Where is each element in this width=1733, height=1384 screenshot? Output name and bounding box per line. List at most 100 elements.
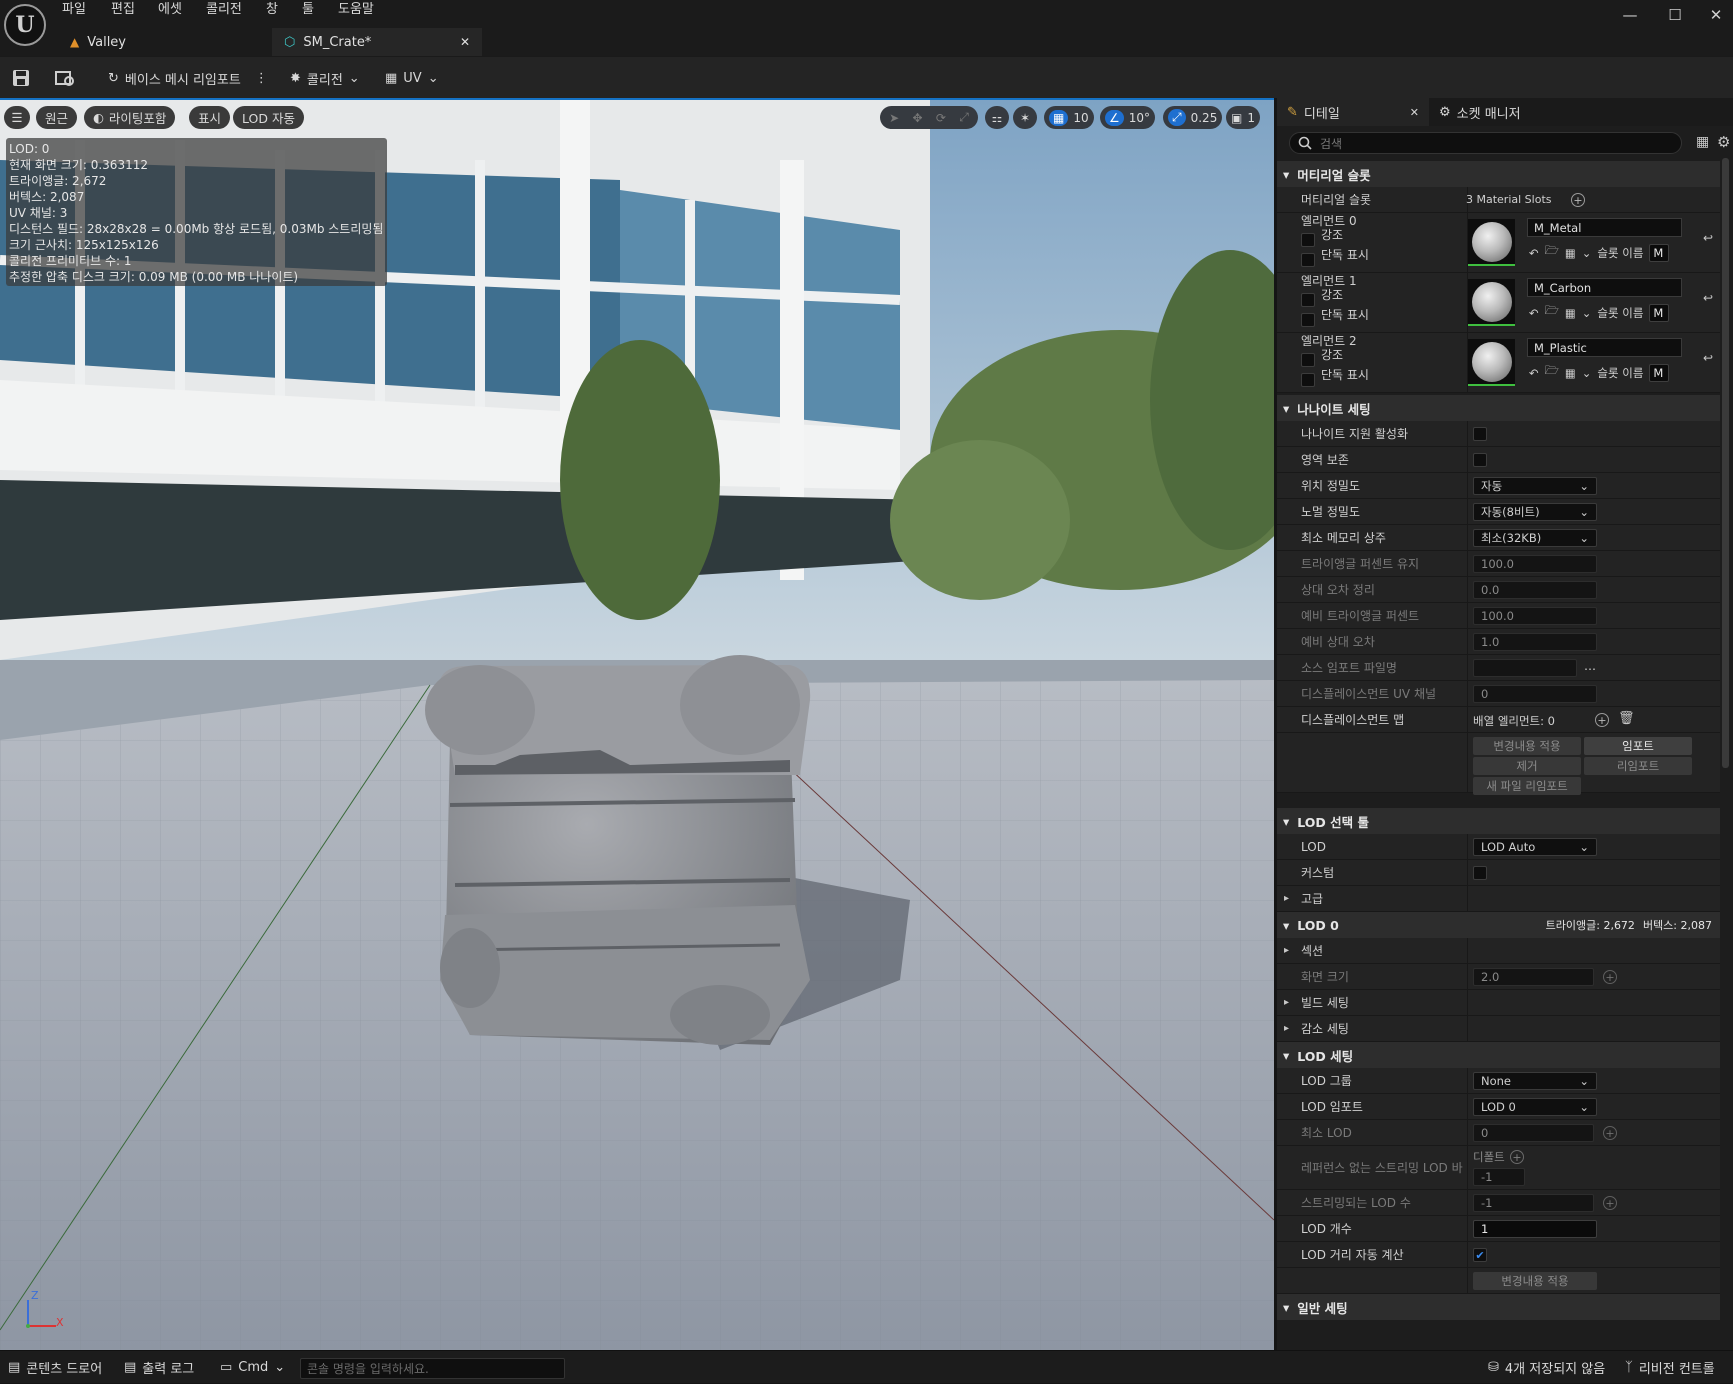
save-icon[interactable] bbox=[12, 57, 30, 99]
lod-auto-button[interactable]: LOD 자동 bbox=[233, 106, 304, 129]
section-general-settings[interactable]: ▾ 일반 세팅 bbox=[1277, 1294, 1720, 1320]
setting-dropdown[interactable]: 자동 ⌄ bbox=[1473, 477, 1597, 495]
slot-name-field[interactable]: M bbox=[1649, 363, 1670, 382]
tab-sm-crate[interactable]: ⬡ SM_Crate* ✕ bbox=[272, 28, 482, 56]
menu-collision[interactable]: 콜리전 bbox=[206, 0, 242, 20]
material-options-icon[interactable]: ▦ bbox=[1565, 306, 1576, 320]
section-lod-settings[interactable]: ▾ LOD 세팅 bbox=[1277, 1042, 1720, 1068]
menu-edit[interactable]: 편집 bbox=[111, 0, 135, 20]
rotate-icon[interactable]: ⟳ bbox=[936, 111, 946, 125]
slot-name-field[interactable]: M bbox=[1649, 243, 1670, 262]
menu-window[interactable]: 창 bbox=[266, 0, 278, 20]
camera-speed-button[interactable]: ▣ 1 bbox=[1226, 106, 1260, 129]
setting-number-field[interactable]: 0 bbox=[1473, 685, 1597, 703]
reset-arrow-icon[interactable]: ↩ bbox=[1703, 351, 1713, 365]
reimport-nanite-button[interactable]: 리임포트 bbox=[1584, 757, 1692, 775]
unsaved-button[interactable]: ⛁ 4개 저장되지 않음 bbox=[1488, 1351, 1605, 1384]
reset-arrow-icon[interactable]: ↩ bbox=[1703, 231, 1713, 245]
close-window-icon[interactable]: ✕ bbox=[1701, 4, 1731, 26]
section-material-slots[interactable]: ▾ 머티리얼 슬롯 bbox=[1277, 161, 1720, 187]
maximize-icon[interactable]: ☐ bbox=[1660, 4, 1690, 26]
lod-dropdown[interactable]: LOD Auto ⌄ bbox=[1473, 838, 1597, 856]
rotation-snap-button[interactable]: ∠ 10° bbox=[1100, 106, 1156, 129]
lit-button[interactable]: ◐ 라이팅포함 bbox=[84, 106, 176, 129]
grid-snap-button[interactable]: ▦ 10 bbox=[1044, 106, 1094, 129]
sections-row[interactable]: ▸ 섹션 bbox=[1277, 938, 1720, 964]
content-drawer-button[interactable]: ▤ 콘텐츠 드로어 bbox=[8, 1351, 102, 1384]
select-icon[interactable]: ➤ bbox=[889, 111, 899, 125]
isolate-checkbox[interactable] bbox=[1301, 253, 1315, 267]
section-lod-picker[interactable]: ▾ LOD 선택 툴 bbox=[1277, 808, 1720, 834]
scale-icon[interactable]: ⤢ bbox=[959, 110, 969, 125]
tab-socket-manager[interactable]: ⚙ 소켓 매니저 bbox=[1429, 98, 1531, 126]
panel-scrollbar[interactable] bbox=[1722, 158, 1729, 768]
setting-number-field[interactable]: 100.0 bbox=[1473, 607, 1597, 625]
search-input[interactable]: 검색 bbox=[1289, 132, 1682, 154]
browse-asset-icon[interactable]: 🗁 bbox=[1545, 303, 1559, 322]
material-options-icon[interactable]: ▦ bbox=[1565, 246, 1576, 260]
unreal-logo-icon[interactable]: U bbox=[4, 4, 46, 46]
collision-dropdown[interactable]: ✸ 콜리전 ⌄ bbox=[290, 57, 360, 99]
reset-arrow-icon[interactable]: ↩ bbox=[1703, 291, 1713, 305]
section-nanite-settings[interactable]: ▾ 나나이트 세팅 bbox=[1277, 395, 1720, 421]
material-thumbnail[interactable] bbox=[1468, 219, 1515, 266]
translate-icon[interactable]: ✥ bbox=[913, 111, 923, 125]
add-platform-icon[interactable]: + bbox=[1603, 970, 1617, 984]
auto-distance-checkbox[interactable]: ✔ bbox=[1473, 1248, 1487, 1262]
highlight-checkbox[interactable] bbox=[1301, 293, 1315, 307]
close-tab-icon[interactable]: ✕ bbox=[460, 35, 470, 49]
apply-changes-button[interactable]: 변경내용 적용 bbox=[1473, 737, 1581, 755]
use-selected-icon[interactable]: ↶ bbox=[1529, 306, 1539, 320]
material-options-icon[interactable]: ▦ bbox=[1565, 366, 1576, 380]
chevron-down-icon[interactable]: ⌄ bbox=[1582, 246, 1592, 260]
streamed-lod-field[interactable]: -1 bbox=[1473, 1194, 1594, 1212]
close-tab-icon[interactable]: ✕ bbox=[1410, 106, 1419, 119]
menu-tools[interactable]: 툴 bbox=[302, 0, 314, 20]
isolate-checkbox[interactable] bbox=[1301, 373, 1315, 387]
revision-control-button[interactable]: ᛉ 리비전 컨트롤 bbox=[1625, 1351, 1715, 1384]
import-button[interactable]: 임포트 bbox=[1584, 737, 1692, 755]
browse-icon[interactable] bbox=[55, 57, 75, 99]
highlight-checkbox[interactable] bbox=[1301, 233, 1315, 247]
lod-import-dropdown[interactable]: LOD 0 ⌄ bbox=[1473, 1098, 1597, 1116]
use-selected-icon[interactable]: ↶ bbox=[1529, 366, 1539, 380]
setting-dropdown[interactable]: 자동(8비트) ⌄ bbox=[1473, 503, 1597, 521]
apply-changes-button[interactable]: 변경내용 적용 bbox=[1473, 1272, 1597, 1290]
console-command-input[interactable]: 콘솔 명령을 입력하세요. bbox=[300, 1358, 565, 1379]
setting-number-field[interactable]: 100.0 bbox=[1473, 555, 1597, 573]
reimport-new-file-button[interactable]: 새 파일 리임포트 bbox=[1473, 777, 1581, 795]
material-name-field[interactable]: M_Metal bbox=[1527, 218, 1682, 237]
isolate-checkbox[interactable] bbox=[1301, 313, 1315, 327]
perspective-button[interactable]: 원근 bbox=[36, 106, 78, 129]
chevron-down-icon[interactable]: ⌄ bbox=[1582, 366, 1592, 380]
tab-details[interactable]: ✎ 디테일 ✕ bbox=[1277, 98, 1429, 126]
min-lod-field[interactable]: 0 bbox=[1473, 1124, 1594, 1142]
setting-dropdown[interactable]: 최소(32KB) ⌄ bbox=[1473, 529, 1597, 547]
output-log-button[interactable]: ▤ 출력 로그 bbox=[124, 1351, 194, 1384]
setting-checkbox[interactable] bbox=[1473, 453, 1487, 467]
menu-file[interactable]: 파일 bbox=[62, 0, 86, 20]
menu-asset[interactable]: 에셋 bbox=[158, 0, 182, 20]
scale-snap-button[interactable]: ⤢ 0.25 bbox=[1163, 106, 1223, 129]
lod-group-dropdown[interactable]: None ⌄ bbox=[1473, 1072, 1597, 1090]
add-platform-icon[interactable]: + bbox=[1603, 1196, 1617, 1210]
screen-size-field[interactable]: 2.0 bbox=[1473, 968, 1594, 986]
lod-count-field[interactable]: 1 bbox=[1473, 1220, 1597, 1238]
section-lod0[interactable]: ▾ LOD 0 트라이앵글: 2,672 버텍스: 2,087 bbox=[1277, 912, 1720, 938]
more-options-icon[interactable]: ⋮ bbox=[255, 71, 268, 86]
menu-help[interactable]: 도움말 bbox=[338, 0, 374, 20]
viewport-menu-icon[interactable]: ☰ bbox=[4, 106, 30, 129]
setting-number-field[interactable]: 0.0 bbox=[1473, 581, 1597, 599]
material-thumbnail[interactable] bbox=[1468, 279, 1515, 326]
browse-asset-icon[interactable]: 🗁 bbox=[1545, 243, 1559, 262]
setting-number-field[interactable]: 1.0 bbox=[1473, 633, 1597, 651]
trash-icon[interactable]: 🗑 bbox=[1618, 711, 1635, 726]
remove-button[interactable]: 제거 bbox=[1473, 757, 1581, 775]
add-slot-icon[interactable]: + bbox=[1571, 193, 1585, 207]
chevron-down-icon[interactable]: ⌄ bbox=[1582, 306, 1592, 320]
settings-gear-icon[interactable]: ⚙ bbox=[1717, 133, 1730, 151]
highlight-checkbox[interactable] bbox=[1301, 353, 1315, 367]
tab-valley[interactable]: ▲ Valley bbox=[58, 28, 268, 56]
no-ref-streaming-field[interactable]: -1 bbox=[1473, 1168, 1525, 1186]
material-name-field[interactable]: M_Carbon bbox=[1527, 278, 1682, 297]
